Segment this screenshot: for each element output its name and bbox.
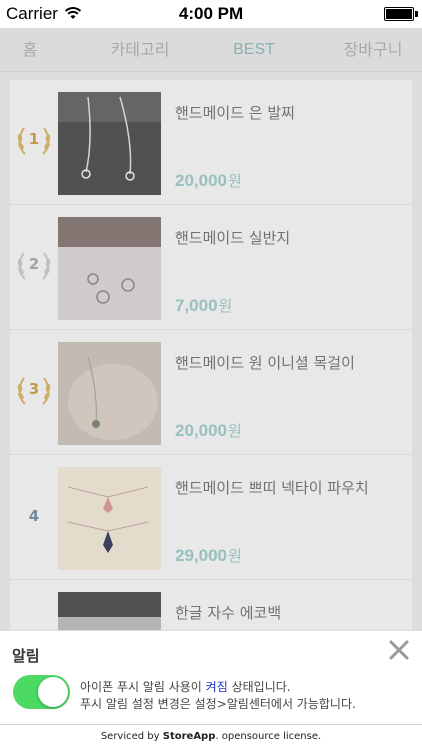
list-item[interactable]: 3 핸드메이드 원 이니셜 목걸이 20,000원 xyxy=(10,330,412,455)
product-name: 한글 자수 에코백 xyxy=(175,604,282,622)
best-product-list: 1 핸드메이드 은 발찌 20,000원 2 핸드메이드 실반지 7,000원 … xyxy=(10,80,412,705)
tab-cart[interactable]: 장바구니 xyxy=(328,28,418,72)
tab-bar: 홈 카테고리 BEST 장바구니 xyxy=(0,28,422,72)
rank-number: 4 xyxy=(28,507,40,525)
status-on-word: 켜짐 xyxy=(205,680,228,694)
battery-icon xyxy=(384,7,418,21)
rank-number: 2 xyxy=(28,255,40,273)
rank-badge: 4 xyxy=(16,497,52,535)
footer: Serviced by StoreApp. opensource license… xyxy=(0,724,422,750)
product-image xyxy=(58,217,161,320)
alert-status-text: 아이폰 푸시 알림 사용이 켜짐 상태입니다. xyxy=(80,680,291,694)
product-price: 20,000원 xyxy=(175,421,242,440)
alert-title: 알림 xyxy=(12,647,40,665)
product-price: 20,000원 xyxy=(175,171,242,190)
toggle-knob xyxy=(38,677,68,707)
push-toggle[interactable] xyxy=(13,675,70,709)
product-image xyxy=(58,467,161,570)
list-item[interactable]: 1 핸드메이드 은 발찌 20,000원 xyxy=(10,80,412,205)
product-price: 29,000원 xyxy=(175,546,242,565)
status-bar: Carrier 4:00 PM xyxy=(0,0,422,28)
rank-badge: 2 xyxy=(16,247,52,285)
tab-home[interactable]: 홈 xyxy=(10,28,50,72)
list-item[interactable]: 2 핸드메이드 실반지 7,000원 xyxy=(10,205,412,330)
rank-number: 3 xyxy=(28,380,40,398)
push-alert-panel: 알림 아이폰 푸시 알림 사용이 켜짐 상태입니다. 푸시 알림 설정 변경은 … xyxy=(0,630,422,726)
product-price: 7,000원 xyxy=(175,296,233,315)
rank-badge: 3 xyxy=(16,372,52,410)
rank-badge: 1 xyxy=(16,122,52,160)
tab-best[interactable]: BEST xyxy=(224,28,284,72)
product-name: 핸드메이드 쁘띠 넥타이 파우치 xyxy=(175,479,369,497)
product-name: 핸드메이드 은 발찌 xyxy=(175,104,295,122)
list-item[interactable]: 4 핸드메이드 쁘띠 넥타이 파우치 29,000원 xyxy=(10,455,412,580)
alert-help-text: 푸시 알림 설정 변경은 설정>알림센터에서 가능합니다. xyxy=(80,697,356,711)
clock: 4:00 PM xyxy=(178,4,244,23)
product-image xyxy=(58,92,161,195)
footer-brand: StoreApp xyxy=(162,731,216,742)
rank-number: 1 xyxy=(28,130,40,148)
product-name: 핸드메이드 원 이니셜 목걸이 xyxy=(175,354,355,372)
tab-category[interactable]: 카테고리 xyxy=(95,28,185,72)
close-icon[interactable] xyxy=(388,639,410,661)
product-image xyxy=(58,342,161,445)
product-name: 핸드메이드 실반지 xyxy=(175,229,291,247)
